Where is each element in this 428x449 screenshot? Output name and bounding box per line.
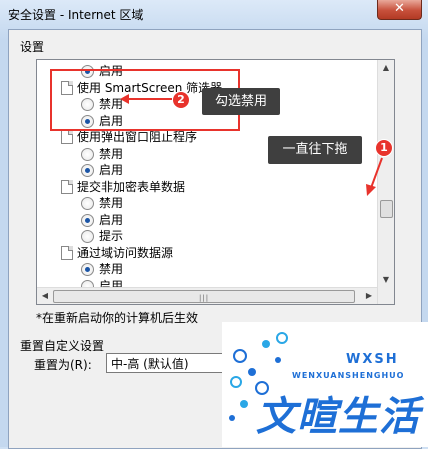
setting-option-label: 启用 (99, 163, 124, 177)
setting-category-label: 提交非加密表单数据 (77, 179, 186, 194)
radio-button[interactable] (81, 213, 94, 227)
radio-button[interactable] (81, 197, 94, 210)
callout-disable: 勾选禁用 (202, 88, 280, 115)
step-badge-2: 2 (172, 91, 190, 109)
watermark-name: 文暄生活 (256, 394, 420, 440)
window-title: 安全设置 - Internet 区域 (8, 8, 144, 22)
radio-button[interactable] (81, 230, 94, 243)
arrow-down-icon (366, 157, 383, 196)
setting-option-label: 启用 (99, 212, 124, 227)
restart-note: *在重新启动你的计算机后生效 (36, 311, 199, 325)
title-bar[interactable]: 安全设置 - Internet 区域 ✕ (0, 0, 428, 28)
setting-option-label: 禁用 (99, 262, 124, 276)
reset-group-label: 重置自定义设置 (20, 339, 105, 353)
radio-button[interactable] (81, 147, 94, 161)
watermark-pinyin: WENXUANSHENGHUO (292, 371, 405, 380)
radio-button[interactable] (81, 164, 94, 177)
settings-group-label: 设置 (20, 40, 45, 54)
reset-to-label: 重置为(R): (34, 358, 92, 372)
document-icon (61, 130, 73, 144)
watermark-letters: WXSH (346, 352, 399, 367)
arrow-left-icon (120, 94, 172, 104)
setting-option-label: 提示 (99, 229, 124, 243)
scroll-up-icon[interactable]: ▲ (378, 60, 394, 76)
scroll-left-icon[interactable]: ◀ (37, 288, 53, 304)
reset-level-select[interactable]: 中-高 (默认值) (106, 353, 226, 373)
scroll-down-icon[interactable]: ▼ (378, 272, 394, 288)
setting-option-label: 禁用 (99, 146, 124, 161)
horizontal-scroll-thumb[interactable]: ||| (53, 290, 355, 303)
watermark-logo: WXSH WENXUANSHENGHUO 文暄生活 (222, 322, 428, 447)
setting-category-label: 通过域访问数据源 (77, 245, 174, 260)
step-badge-1: 1 (375, 139, 393, 157)
close-button[interactable]: ✕ (377, 0, 422, 20)
setting-option-label: 禁用 (99, 196, 124, 210)
radio-button[interactable] (81, 263, 94, 276)
vertical-scroll-thumb[interactable] (380, 200, 393, 218)
document-icon (61, 179, 73, 194)
document-icon (61, 245, 73, 260)
horizontal-scrollbar[interactable]: ◀ ||| ▶ (37, 287, 377, 304)
callout-scroll: 一直往下拖 (268, 136, 362, 164)
security-settings-window: 安全设置 - Internet 区域 ✕ 设置 启用 使用 SmartScreen… (0, 0, 428, 449)
scroll-right-icon[interactable]: ▶ (361, 288, 377, 304)
grip-icon: ||| (199, 294, 210, 302)
